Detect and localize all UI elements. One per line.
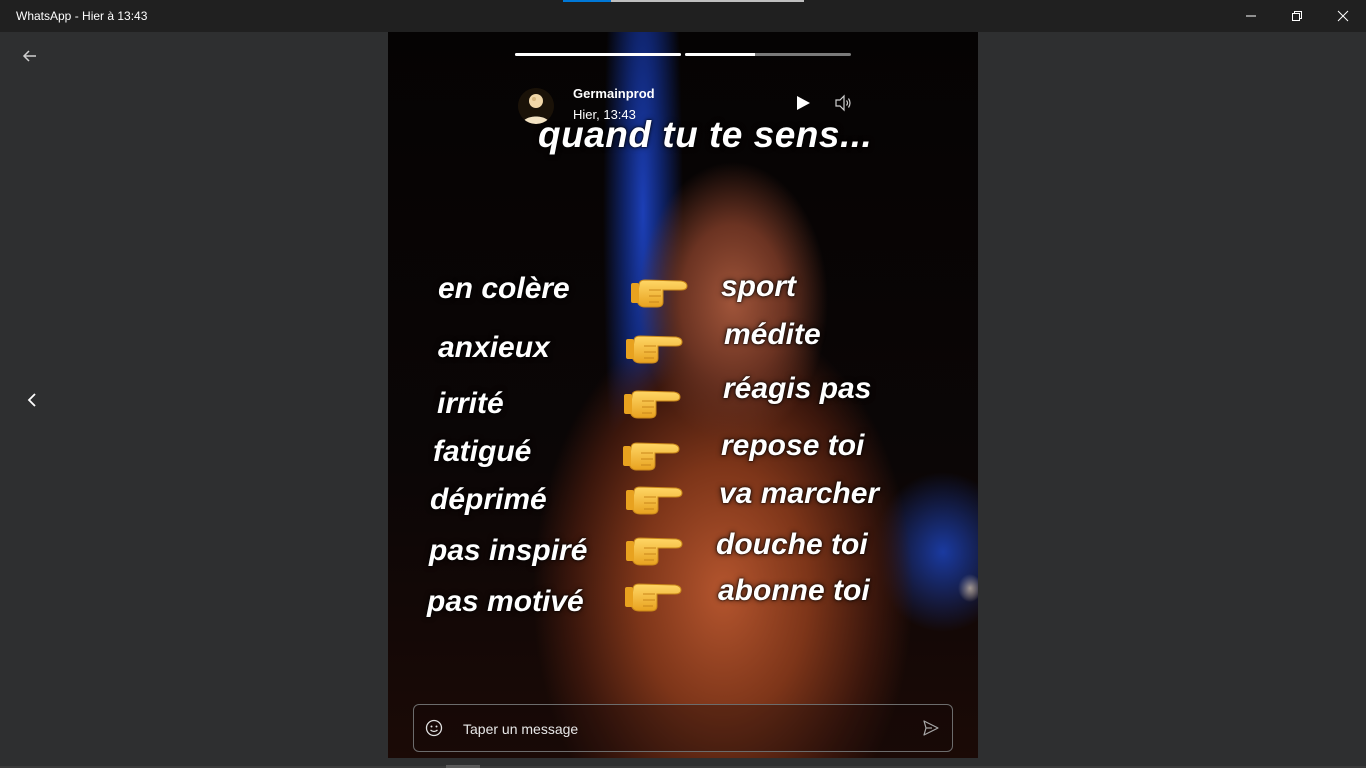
active-indicator [563,0,611,2]
feeling-label: en colère [438,272,570,305]
advice-label: va marcher [719,477,880,510]
window-title: WhatsApp - Hier à 13:43 [16,9,148,23]
pointing-right-hand-icon [626,486,683,515]
window-indicator [611,0,804,2]
advice-label: sport [721,270,796,303]
feeling-label: fatigué [433,435,532,468]
restore-button[interactable] [1274,0,1320,32]
status-progress-2 [685,53,851,56]
feeling-label: pas inspiré [429,534,588,567]
send-icon [923,720,939,736]
feeling-label: déprimé [430,483,547,516]
advice-label: réagis pas [723,372,872,405]
advice-label: médite [724,318,821,351]
pointing-right-hand-icon [631,279,688,308]
title-bar: WhatsApp - Hier à 13:43 [0,0,1366,32]
status-viewer: Germainprod Hier, 13:43 quand tu te sens… [388,32,978,758]
send-button[interactable] [922,719,940,737]
reply-bar [413,704,953,752]
previous-status-button[interactable] [20,388,44,412]
emoji-button[interactable] [425,719,443,737]
message-input[interactable] [461,716,905,742]
play-icon [797,96,810,110]
close-button[interactable] [1320,0,1366,32]
pointing-right-hand-icon [626,537,683,566]
feeling-label: anxieux [438,331,550,364]
status-progress-1 [515,53,681,56]
advice-label: repose toi [721,429,865,462]
emoji-icon [425,719,443,737]
arrow-left-icon [22,50,36,62]
play-button[interactable] [793,93,813,113]
chevron-left-icon [27,393,36,407]
restore-icon [1292,11,1302,21]
status-author[interactable]: Germainprod [573,86,655,101]
minimize-icon [1246,15,1256,17]
feeling-label: irrité [437,387,504,420]
feeling-label: pas motivé [427,585,584,618]
pointing-right-hand-icon [623,442,680,471]
pointing-right-hand-icon [624,390,681,419]
minimize-button[interactable] [1228,0,1274,32]
volume-button[interactable] [834,94,852,112]
close-icon [1337,10,1349,22]
back-button[interactable] [16,44,44,68]
advice-label: douche toi [716,528,868,561]
pointing-right-hand-icon [626,335,683,364]
story-headline: quand tu te sens... [538,114,873,155]
advice-label: abonne toi [718,574,870,607]
pointing-right-hand-icon [625,583,682,612]
speaker-icon [835,94,851,112]
